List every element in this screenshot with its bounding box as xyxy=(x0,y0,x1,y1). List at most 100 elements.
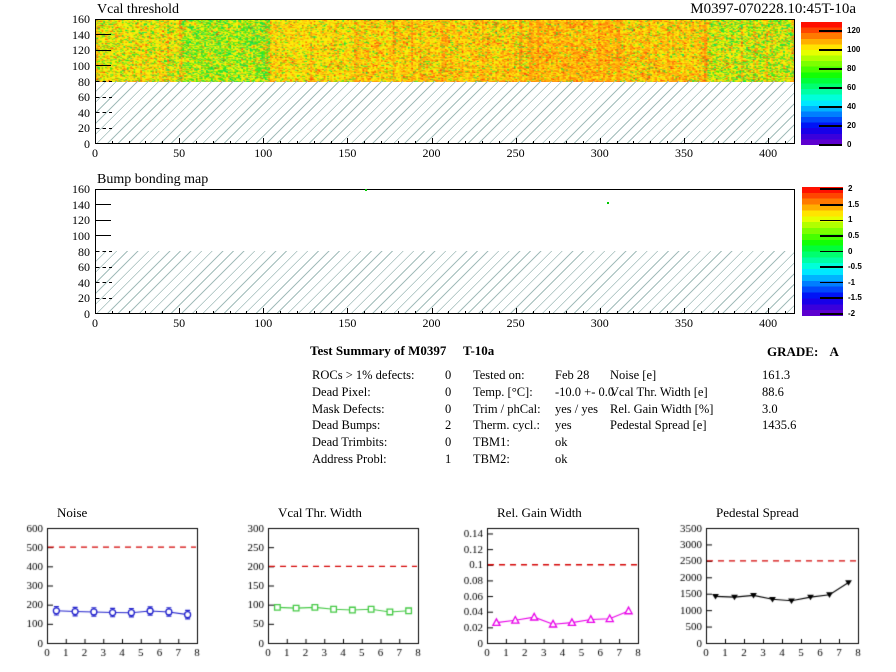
bump-bonding-title: Bump bonding map xyxy=(97,173,208,187)
summary-title-subtype: T-10a xyxy=(463,344,494,357)
bump-colorbar-tick xyxy=(820,313,843,315)
bump-x-minor-tick xyxy=(465,311,466,314)
vcal-y-tick-label: 80 xyxy=(48,76,90,88)
vcal-x-minor-tick xyxy=(246,141,247,144)
summary-label: Dead Trimbits: xyxy=(312,436,387,449)
bump-x-minor-tick xyxy=(499,311,500,314)
vcal-y-tick-label: 120 xyxy=(48,44,90,56)
vcal-y-tick xyxy=(96,65,111,66)
bump-x-tick xyxy=(179,308,180,314)
summary-value: 1 xyxy=(445,453,451,466)
vcal-x-tick xyxy=(263,138,264,144)
vcal-plot-frame xyxy=(95,19,795,144)
vcal-x-minor-tick xyxy=(162,141,163,144)
vcal-y-tick-dashed xyxy=(96,128,112,129)
bump-x-minor-tick xyxy=(633,311,634,314)
bump-colorbar-tick-label: 2 xyxy=(848,185,874,193)
vcal-x-minor-tick xyxy=(617,141,618,144)
bump-colorbar-tick-label: 1 xyxy=(848,216,874,224)
summary-label: TBM2: xyxy=(473,453,510,466)
summary-label: Vcal Thr. Width [e] xyxy=(610,386,708,399)
bump-x-tick xyxy=(347,308,348,314)
summary-value: 1435.6 xyxy=(762,419,796,432)
bump-x-minor-tick xyxy=(718,311,719,314)
bump-colorbar-tick xyxy=(820,188,843,190)
vcal-y-tick xyxy=(96,34,111,35)
bump-x-tick xyxy=(600,308,601,314)
bump-colorbar-tick xyxy=(820,297,843,299)
bump-x-minor-tick xyxy=(650,311,651,314)
bump-x-minor-tick xyxy=(785,311,786,314)
summary-value: 0 xyxy=(445,436,451,449)
vcal-x-minor-tick xyxy=(718,141,719,144)
summary-value: 0 xyxy=(445,369,451,382)
vcal-x-tick-label: 350 xyxy=(669,147,699,159)
bump-x-minor-tick xyxy=(549,311,550,314)
vcal-colorbar-tick-label: 40 xyxy=(847,103,873,111)
bump-x-minor-tick xyxy=(566,311,567,314)
vcal-y-tick-label: 20 xyxy=(48,122,90,134)
bump-x-minor-tick xyxy=(482,311,483,314)
vcal-x-minor-tick xyxy=(751,141,752,144)
summary-value: -10.0 +- 0.0 xyxy=(555,386,614,399)
vcal-x-minor-tick xyxy=(482,141,483,144)
vcal-width-plot-canvas xyxy=(221,500,440,672)
bump-y-tick xyxy=(96,220,111,221)
vcal-x-minor-tick xyxy=(297,141,298,144)
vcal-y-tick-label: 140 xyxy=(48,29,90,41)
summary-title: Test Summary of M0397 xyxy=(310,344,446,357)
vcal-x-tick xyxy=(95,138,96,144)
vcal-x-tick xyxy=(516,138,517,144)
summary-label: ROCs > 1% defects: xyxy=(312,369,415,382)
bump-x-minor-tick xyxy=(297,311,298,314)
bump-y-tick-label: 20 xyxy=(48,292,90,304)
summary-label: TBM1: xyxy=(473,436,510,449)
bump-x-minor-tick xyxy=(196,311,197,314)
bump-x-minor-tick xyxy=(112,311,113,314)
summary-label: Pedestal Spread [e] xyxy=(610,419,707,432)
vcal-x-tick xyxy=(684,138,685,144)
bump-x-minor-tick xyxy=(667,311,668,314)
vcal-colorbar-tick xyxy=(819,87,842,89)
bump-x-minor-tick xyxy=(381,311,382,314)
bump-y-tick xyxy=(96,235,111,236)
vcal-x-minor-tick xyxy=(734,141,735,144)
bump-x-minor-tick xyxy=(734,311,735,314)
vcal-x-minor-tick xyxy=(448,141,449,144)
vcal-x-tick-label: 50 xyxy=(164,147,194,159)
bump-x-minor-tick xyxy=(751,311,752,314)
vcal-x-minor-tick xyxy=(667,141,668,144)
vcal-threshold-title: Vcal threshold xyxy=(97,3,179,17)
summary-label: Dead Bumps: xyxy=(312,419,380,432)
bump-colorbar-tick-label: -0.5 xyxy=(848,263,874,271)
vcal-x-minor-tick xyxy=(633,141,634,144)
vcal-y-tick-label: 60 xyxy=(48,91,90,103)
bump-y-tick-label: 100 xyxy=(48,230,90,242)
bump-x-tick-label: 50 xyxy=(164,317,194,329)
bump-y-tick-dashed xyxy=(96,251,112,252)
summary-value: 3.0 xyxy=(762,403,778,416)
bump-x-minor-tick xyxy=(129,311,130,314)
vcal-x-tick-label: 100 xyxy=(248,147,278,159)
vcal-x-tick xyxy=(179,138,180,144)
bump-y-tick-label: 140 xyxy=(48,199,90,211)
bump-x-tick-label: 100 xyxy=(248,317,278,329)
vcal-x-minor-tick xyxy=(129,141,130,144)
bump-y-tick-dashed xyxy=(96,267,112,268)
summary-label: Therm. cycl.: xyxy=(473,419,540,432)
bump-x-minor-tick xyxy=(533,311,534,314)
bump-x-tick-label: 400 xyxy=(753,317,783,329)
vcal-colorbar-tick xyxy=(819,106,842,108)
vcal-x-minor-tick xyxy=(196,141,197,144)
bump-x-minor-tick xyxy=(364,311,365,314)
bump-x-tick xyxy=(95,308,96,314)
bump-colorbar-tick xyxy=(820,282,843,284)
bump-defect-dot xyxy=(365,189,367,191)
grade-value: A xyxy=(822,344,839,359)
summary-value: yes / yes xyxy=(555,403,598,416)
bump-colorbar-tick-label: 0.5 xyxy=(848,232,874,240)
vcal-x-tick xyxy=(347,138,348,144)
vcal-x-minor-tick xyxy=(465,141,466,144)
summary-value: yes xyxy=(555,419,572,432)
vcal-y-tick-dashed xyxy=(96,81,112,82)
